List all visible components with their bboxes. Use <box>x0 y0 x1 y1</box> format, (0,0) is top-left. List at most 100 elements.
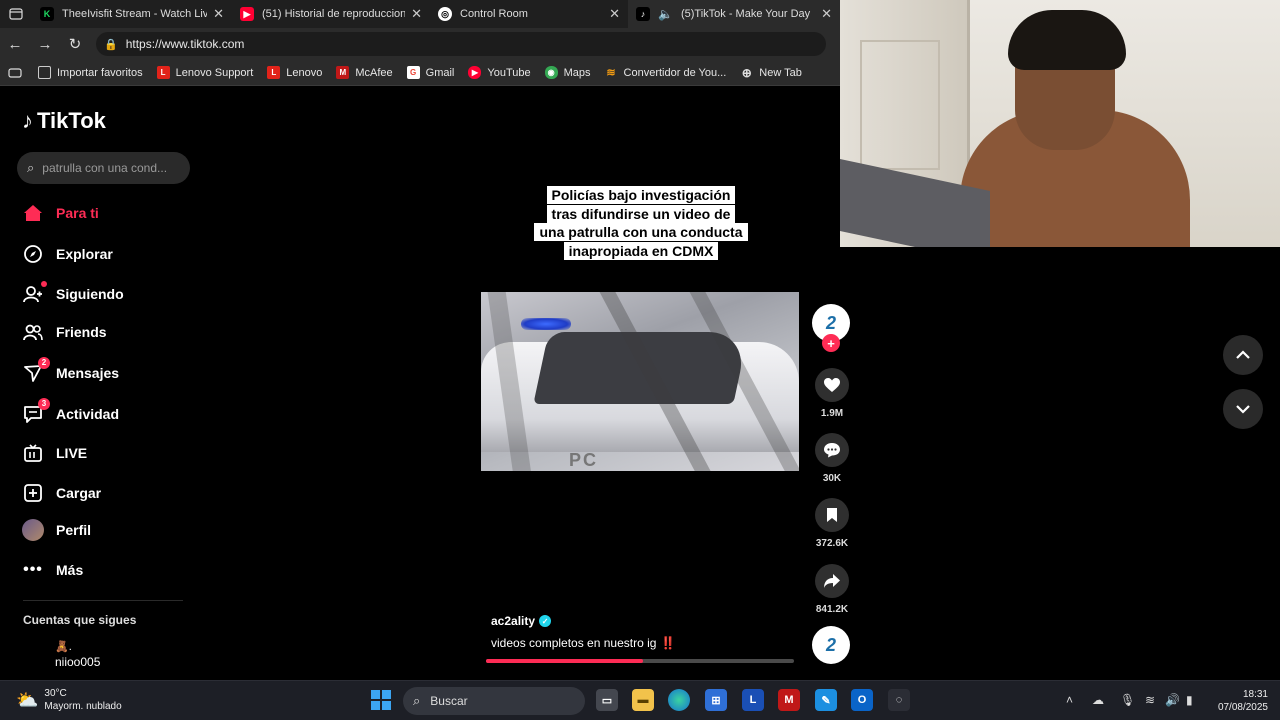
close-icon[interactable]: ✕ <box>821 6 832 22</box>
lenovo-vantage-icon[interactable]: L <box>742 689 764 711</box>
music-disc-avatar[interactable]: 2 <box>812 626 850 664</box>
bookmark-new-tab[interactable]: ⊕ New Tab <box>740 66 802 80</box>
weather-widget[interactable]: ⛅ 30°C Mayorm. nublado <box>16 687 122 713</box>
onedrive-icon[interactable]: ☁ <box>1092 693 1104 707</box>
bookmark-youtube[interactable]: ▶ YouTube <box>468 66 531 79</box>
wifi-icon[interactable]: ≋ <box>1145 693 1155 707</box>
mcafee-icon[interactable]: M <box>778 689 800 711</box>
bookmark-icon <box>815 498 849 532</box>
sidebar-item-cargar[interactable]: Cargar <box>22 482 101 504</box>
import-icon <box>38 66 51 79</box>
back-icon[interactable]: ← <box>0 36 30 53</box>
paint-icon[interactable]: ✎ <box>815 689 837 711</box>
following-account-item[interactable]: 🧸. niioo005 <box>55 640 100 669</box>
edge-icon[interactable] <box>668 689 690 711</box>
maps-icon: ◉ <box>544 66 558 79</box>
bookmark-maps[interactable]: ◉ Maps <box>544 66 591 79</box>
windows-start-icon[interactable] <box>371 690 391 710</box>
tab-kick-stream[interactable]: K TheeIvisfit Stream - Watch Live on ✕ <box>32 0 232 28</box>
share-button[interactable]: 841.2K <box>812 564 852 615</box>
bookmark-lenovo-support[interactable]: L Lenovo Support <box>156 66 253 79</box>
url-text: https://www.tiktok.com <box>125 37 245 51</box>
sidebar-item-perfil[interactable]: Perfil <box>22 519 91 541</box>
upload-icon <box>22 482 44 504</box>
sidebar-item-live[interactable]: LIVE <box>22 442 87 464</box>
bookmark-converter[interactable]: ≋ Convertidor de You... <box>605 66 726 80</box>
close-icon[interactable]: ✕ <box>213 6 224 22</box>
windows-taskbar: ⛅ 30°C Mayorm. nublado ⌕ Buscar ▭ ▬ ⊞ L … <box>0 680 1280 720</box>
clock[interactable]: 18:31 07/08/2025 <box>1212 688 1268 714</box>
microphone-icon[interactable]: 🎙 <box>1120 693 1135 707</box>
sidebar-item-siguiendo[interactable]: Siguiendo <box>22 281 124 305</box>
bookmarks-bar: Importar favoritos L Lenovo Support L Leno… <box>0 60 840 86</box>
sidebar-item-actividad[interactable]: 3 Actividad <box>22 398 119 425</box>
bookmark-label: McAfee <box>355 66 393 79</box>
video-caption-overlay: Policías bajo investigación tras difundi… <box>530 186 752 260</box>
forward-icon[interactable]: → <box>30 36 60 53</box>
bookmark-gmail[interactable]: G Gmail <box>406 66 454 79</box>
url-field[interactable]: 🔒 https://www.tiktok.com <box>96 32 826 56</box>
next-video-button[interactable] <box>1223 389 1263 429</box>
tab-title: (51) Historial de reproducciones - <box>262 8 406 20</box>
tiktok-logo[interactable]: ♪ TikTok <box>22 108 106 134</box>
save-button[interactable]: 372.6K <box>812 498 852 549</box>
video-player[interactable]: PC <box>481 292 799 471</box>
date: 07/08/2025 <box>1217 702 1268 713</box>
sidebar-item-explorar[interactable]: Explorar <box>22 243 113 265</box>
bookmark-label: Lenovo <box>286 66 323 79</box>
taskbar-search[interactable]: ⌕ Buscar <box>403 687 585 715</box>
chevron-up-icon <box>1236 350 1250 359</box>
battery-icon[interactable]: ▮ <box>1186 693 1193 707</box>
tab-tiktok[interactable]: ♪ 🔈 (5)TikTok - Make Your Day ✕ <box>628 0 840 28</box>
like-count: 1.9M <box>820 408 844 419</box>
sidebar-item-para-ti[interactable]: Para ti <box>22 202 99 224</box>
copilot-icon[interactable]: ◌ <box>888 689 910 711</box>
time: 18:31 <box>1242 689 1268 700</box>
person-hair <box>1008 10 1126 70</box>
tab-actions-icon[interactable] <box>0 0 32 28</box>
caption-line: tras difundirse un video de <box>546 204 736 223</box>
sidebar-item-mensajes[interactable]: 2 Mensajes <box>22 357 119 384</box>
video-progress-bar[interactable] <box>486 659 794 663</box>
bookmark-mcafee[interactable]: M McAfee <box>336 66 393 79</box>
friends-icon <box>22 321 44 343</box>
close-icon[interactable]: ✕ <box>609 6 620 22</box>
following-icon <box>22 281 47 305</box>
follow-plus-button[interactable]: + <box>822 334 840 352</box>
tab-youtube-history[interactable]: ▶ (51) Historial de reproducciones - ✕ <box>232 0 430 28</box>
close-icon[interactable]: ✕ <box>411 6 422 22</box>
bookmark-lenovo[interactable]: L Lenovo <box>267 66 322 79</box>
tab-control-room[interactable]: ◎ Control Room ✕ <box>430 0 628 28</box>
outlook-icon[interactable]: O <box>851 689 873 711</box>
search-input[interactable]: ⌕ patrulla con una cond... <box>17 152 190 184</box>
store-icon[interactable]: ⊞ <box>705 689 727 711</box>
comment-button[interactable]: 30K <box>812 433 852 484</box>
sidebar-item-label: Explorar <box>56 246 113 262</box>
like-button[interactable]: 1.9M <box>812 368 852 419</box>
chevron-down-icon <box>1236 405 1250 414</box>
file-explorer-icon[interactable]: ▬ <box>632 689 654 711</box>
volume-icon[interactable]: 🔊 <box>1165 693 1180 707</box>
sidebar-item-mas[interactable]: ••• Más <box>22 559 83 581</box>
description-text: videos completos en nuestro ig <box>491 636 657 650</box>
chevron-up-icon[interactable]: ˄ <box>1066 693 1073 707</box>
share-count: 841.2K <box>815 604 849 615</box>
task-view-icon[interactable]: ▭ <box>596 689 618 711</box>
lock-icon[interactable]: 🔒 <box>104 38 118 51</box>
address-bar: ← → ↻ 🔒 https://www.tiktok.com <box>0 28 840 60</box>
refresh-icon[interactable]: ↻ <box>60 35 90 53</box>
previous-video-button[interactable] <box>1223 335 1263 375</box>
bookmark-import-favorites[interactable]: Importar favoritos <box>38 66 143 79</box>
door-panel <box>860 40 940 170</box>
webcam-overlay <box>840 0 1280 247</box>
bookmark-label: New Tab <box>759 66 802 79</box>
sidebar-item-friends[interactable]: Friends <box>22 321 107 343</box>
heart-icon <box>815 368 849 402</box>
live-icon <box>22 442 44 464</box>
youtube-icon: ▶ <box>240 7 254 21</box>
bookmark-bar-toggle-icon[interactable] <box>8 67 22 78</box>
bookmark-label: Maps <box>563 66 591 79</box>
video-author[interactable]: ac2ality ✓ <box>491 614 552 628</box>
account-name: niioo005 <box>55 655 101 669</box>
speaker-icon[interactable]: 🔈 <box>658 7 673 21</box>
